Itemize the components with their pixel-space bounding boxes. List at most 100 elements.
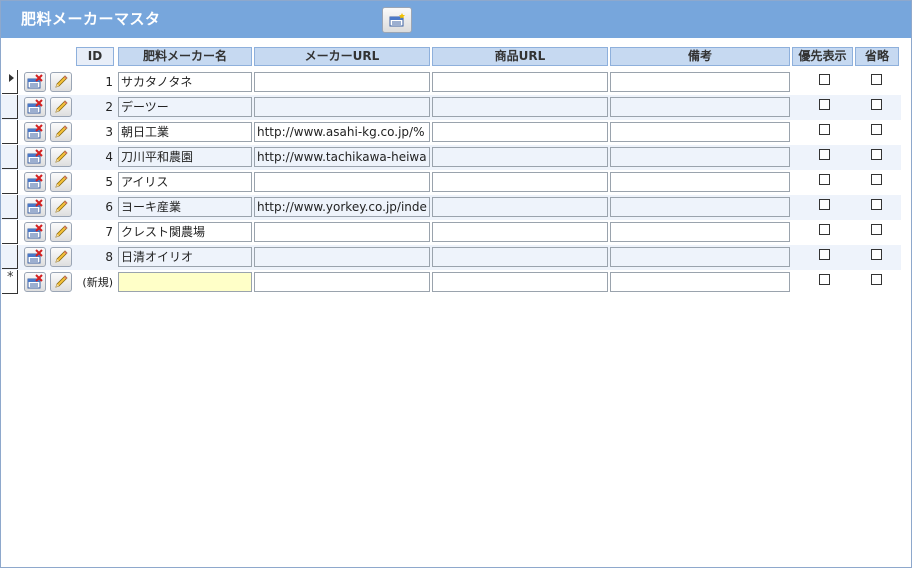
maker-url-field[interactable]	[254, 172, 430, 192]
delete-record-button[interactable]	[24, 72, 46, 92]
note-field[interactable]	[610, 122, 790, 142]
note-field[interactable]	[610, 97, 790, 117]
delete-record-button[interactable]	[24, 222, 46, 242]
delete-record-button[interactable]	[24, 97, 46, 117]
maker-name-field[interactable]: サカタノタネ	[118, 72, 252, 92]
maker-name-field[interactable]	[118, 272, 252, 292]
delete-record-icon	[27, 274, 43, 289]
delete-record-button[interactable]	[24, 172, 46, 192]
product-url-field[interactable]	[432, 97, 608, 117]
note-field[interactable]	[610, 247, 790, 267]
current-record-arrow-icon	[9, 74, 14, 82]
col-header-product-url: 商品URL	[432, 47, 608, 66]
maker-url-field[interactable]	[254, 222, 430, 242]
delete-record-icon	[27, 124, 43, 139]
note-field[interactable]	[610, 222, 790, 242]
product-url-field[interactable]	[432, 172, 608, 192]
record-selector[interactable]	[2, 120, 18, 144]
form-window: 肥料メーカーマスタ ID 肥料メーカー名 メーカーURL 商品URL 備考 優先…	[0, 0, 912, 568]
maker-url-field[interactable]	[254, 97, 430, 117]
omit-checkbox[interactable]	[871, 224, 882, 235]
record-selector[interactable]	[2, 70, 18, 94]
record-selector[interactable]	[2, 220, 18, 244]
note-field[interactable]	[610, 197, 790, 217]
table-row: 6 ヨーキ産業 http://www.yorkey.co.jp/inde	[1, 195, 901, 220]
id-cell: 6	[105, 200, 113, 214]
delete-record-icon	[27, 224, 43, 239]
priority-checkbox[interactable]	[819, 99, 830, 110]
record-selector[interactable]	[2, 170, 18, 194]
edit-record-button[interactable]	[50, 122, 72, 142]
priority-checkbox[interactable]	[819, 199, 830, 210]
maker-url-field[interactable]	[254, 72, 430, 92]
note-field[interactable]	[610, 147, 790, 167]
new-record-button[interactable]	[382, 7, 412, 33]
omit-checkbox[interactable]	[871, 99, 882, 110]
priority-checkbox[interactable]	[819, 224, 830, 235]
edit-record-button[interactable]	[50, 172, 72, 192]
record-selector[interactable]	[2, 195, 18, 219]
priority-checkbox[interactable]	[819, 74, 830, 85]
edit-record-button[interactable]	[50, 97, 72, 117]
edit-record-button[interactable]	[50, 147, 72, 167]
maker-url-field[interactable]	[254, 272, 430, 292]
delete-record-icon	[27, 149, 43, 164]
delete-record-icon	[27, 74, 43, 89]
product-url-field[interactable]	[432, 122, 608, 142]
edit-pencil-icon	[55, 250, 68, 263]
priority-checkbox[interactable]	[819, 124, 830, 135]
maker-name-field[interactable]: アイリス	[118, 172, 252, 192]
priority-checkbox[interactable]	[819, 149, 830, 160]
delete-record-button[interactable]	[24, 122, 46, 142]
delete-record-button[interactable]	[24, 272, 46, 292]
priority-checkbox[interactable]	[819, 274, 830, 285]
product-url-field[interactable]	[432, 222, 608, 242]
edit-record-button[interactable]	[50, 197, 72, 217]
maker-url-field[interactable]: http://www.tachikawa-heiwa	[254, 147, 430, 167]
maker-name-field[interactable]: 朝日工業	[118, 122, 252, 142]
new-record-icon	[389, 13, 405, 27]
delete-record-button[interactable]	[24, 197, 46, 217]
record-selector[interactable]	[2, 245, 18, 269]
record-selector[interactable]: *	[2, 270, 18, 294]
maker-name-field[interactable]: デーツー	[118, 97, 252, 117]
maker-url-field[interactable]	[254, 247, 430, 267]
edit-record-button[interactable]	[50, 272, 72, 292]
new-record-star-icon: *	[7, 270, 14, 285]
maker-url-field[interactable]: http://www.asahi-kg.co.jp/%	[254, 122, 430, 142]
maker-name-field[interactable]: ヨーキ産業	[118, 197, 252, 217]
omit-checkbox[interactable]	[871, 124, 882, 135]
product-url-field[interactable]	[432, 247, 608, 267]
product-url-field[interactable]	[432, 272, 608, 292]
maker-name-field[interactable]: クレスト関農場	[118, 222, 252, 242]
edit-record-button[interactable]	[50, 247, 72, 267]
maker-url-field[interactable]: http://www.yorkey.co.jp/inde	[254, 197, 430, 217]
omit-checkbox[interactable]	[871, 149, 882, 160]
record-selector[interactable]	[2, 145, 18, 169]
maker-name-field[interactable]: 刀川平和農園	[118, 147, 252, 167]
priority-checkbox[interactable]	[819, 249, 830, 260]
table-row: 5 アイリス	[1, 170, 901, 195]
priority-checkbox[interactable]	[819, 174, 830, 185]
col-header-omit: 省略	[855, 47, 899, 66]
note-field[interactable]	[610, 72, 790, 92]
delete-record-icon	[27, 249, 43, 264]
record-selector[interactable]	[2, 95, 18, 119]
omit-checkbox[interactable]	[871, 74, 882, 85]
omit-checkbox[interactable]	[871, 174, 882, 185]
omit-checkbox[interactable]	[871, 199, 882, 210]
omit-checkbox[interactable]	[871, 274, 882, 285]
edit-record-button[interactable]	[50, 222, 72, 242]
note-field[interactable]	[610, 272, 790, 292]
col-header-name: 肥料メーカー名	[118, 47, 252, 66]
product-url-field[interactable]	[432, 147, 608, 167]
delete-record-button[interactable]	[24, 147, 46, 167]
maker-name-field[interactable]: 日清オイリオ	[118, 247, 252, 267]
product-url-field[interactable]	[432, 72, 608, 92]
edit-record-button[interactable]	[50, 72, 72, 92]
product-url-field[interactable]	[432, 197, 608, 217]
note-field[interactable]	[610, 172, 790, 192]
omit-checkbox[interactable]	[871, 249, 882, 260]
delete-record-button[interactable]	[24, 247, 46, 267]
delete-record-icon	[27, 99, 43, 114]
